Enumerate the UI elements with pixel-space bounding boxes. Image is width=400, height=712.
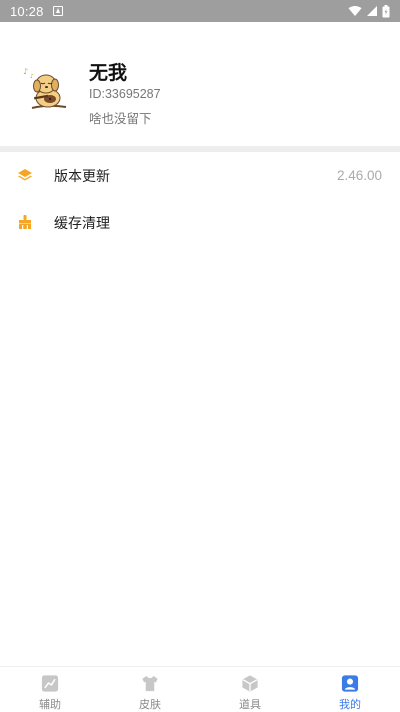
signal-icon <box>367 6 377 16</box>
profile-id: ID:33695287 <box>89 87 161 101</box>
profile-bio: 啥也没留下 <box>89 111 152 126</box>
nav-label: 皮肤 <box>139 698 161 711</box>
nav-item-props[interactable]: 道具 <box>200 667 300 712</box>
svg-text:♪: ♪ <box>30 73 34 80</box>
profile-icon <box>341 675 359 692</box>
broom-icon <box>19 215 31 229</box>
battery-icon <box>382 4 390 17</box>
nav-label: 辅助 <box>39 698 61 711</box>
dog-avatar-icon: ♪ ♪ <box>23 67 67 109</box>
nav-item-assist[interactable]: 辅助 <box>0 667 100 712</box>
layers-icon <box>18 169 32 181</box>
status-bar: 10:28 <box>0 0 400 22</box>
nav-item-mine[interactable]: 我的 <box>300 667 400 712</box>
cube-icon <box>242 675 258 692</box>
wifi-icon <box>348 5 362 16</box>
nav-label: 道具 <box>239 698 261 711</box>
version-value: 2.46.00 <box>336 168 382 183</box>
chart-icon <box>41 675 59 692</box>
profile-header: ♪ ♪ 无我 ID:33695287 啥也没留下 <box>0 22 400 146</box>
nav-label: 我的 <box>339 698 361 711</box>
profile-name: 无我 <box>89 62 128 84</box>
avatar[interactable]: ♪ ♪ <box>18 62 72 116</box>
menu-item-label: 版本更新 <box>54 168 110 185</box>
shirt-icon <box>142 675 158 692</box>
bottom-nav: 辅助 皮肤 道具 我的 <box>0 666 400 712</box>
notification-icon <box>52 6 63 16</box>
status-time: 10:28 <box>10 3 44 19</box>
menu-item-label: 缓存清理 <box>54 215 110 232</box>
status-icons <box>348 4 390 18</box>
svg-text:♪: ♪ <box>23 67 28 76</box>
nav-item-skins[interactable]: 皮肤 <box>100 667 200 712</box>
menu-item-clear-cache[interactable]: 缓存清理 <box>0 199 400 246</box>
menu-item-version-update[interactable]: 版本更新 2.46.00 <box>0 152 400 199</box>
